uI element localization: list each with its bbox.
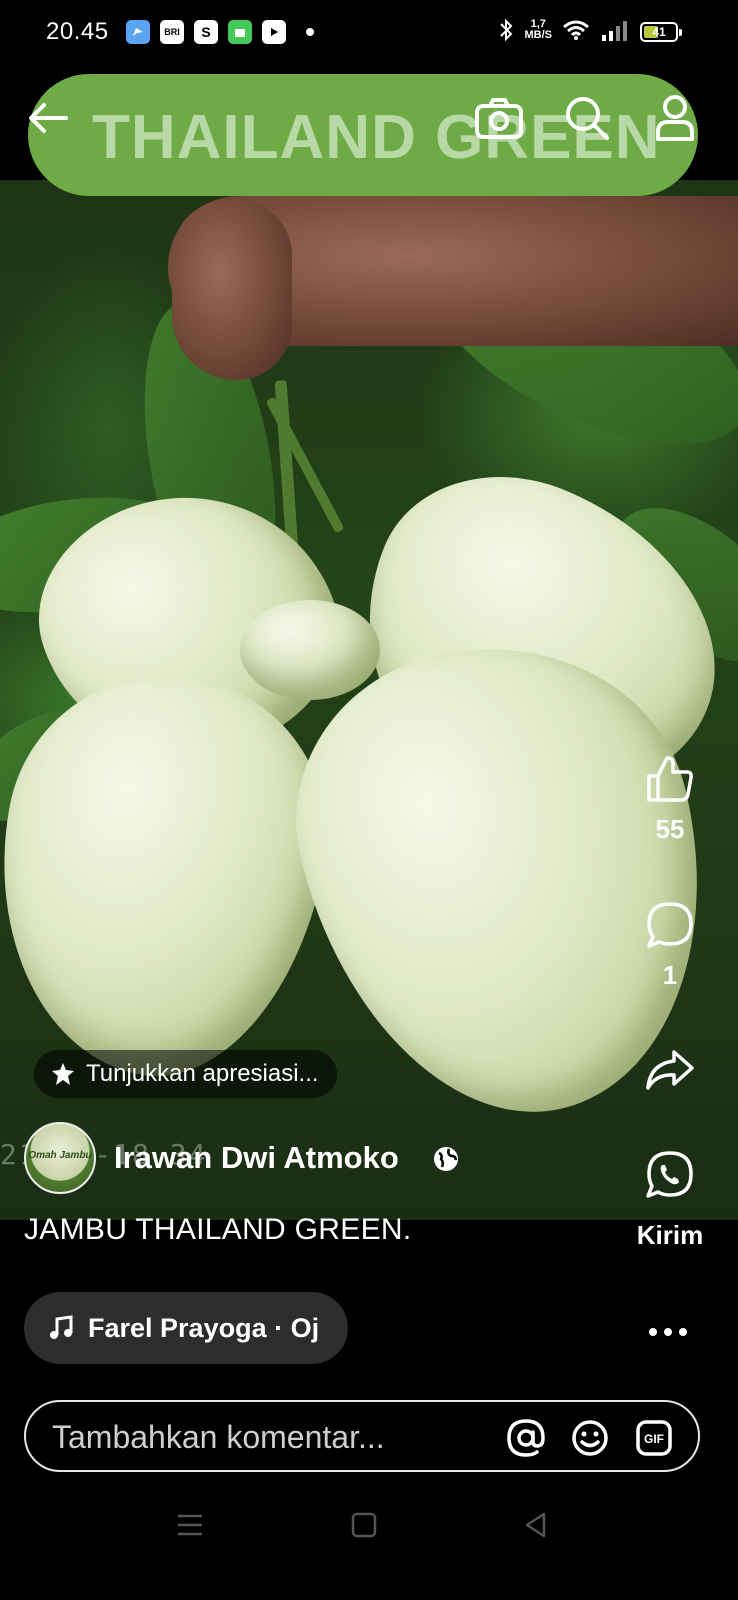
like-count: 55 xyxy=(655,814,685,844)
arrow-left-icon xyxy=(29,103,68,133)
comment-action[interactable]: 1 xyxy=(632,900,708,991)
shop-app-icon xyxy=(228,20,252,44)
menu-lines-icon xyxy=(178,1514,202,1536)
gif-button[interactable]: GIF xyxy=(632,1416,676,1460)
battery-level: 41 xyxy=(652,25,666,39)
music-label: Farel Prayoga · Oj xyxy=(88,1312,320,1343)
bluetooth-icon xyxy=(499,18,512,42)
fruit xyxy=(240,600,380,700)
status-right: 1,7 MB/S xyxy=(497,18,629,42)
avatar-text: Omah Jambu xyxy=(28,1149,92,1161)
status-app-icons: BRI S xyxy=(126,20,314,44)
bri-mo-app-icon: BRI xyxy=(160,20,184,44)
music-note-icon xyxy=(50,1315,73,1339)
status-time: 20.45 xyxy=(46,18,109,45)
signal-icon xyxy=(602,21,627,41)
share-action[interactable] xyxy=(632,1048,708,1092)
emoji-button[interactable] xyxy=(568,1416,612,1460)
camera-button[interactable] xyxy=(470,92,528,144)
battery-indicator: 41 xyxy=(640,22,682,42)
music-chip[interactable]: Farel Prayoga · Oj xyxy=(24,1292,348,1364)
youtube-app-icon xyxy=(262,20,286,44)
svg-text:GIF: GIF xyxy=(644,1432,664,1446)
nav-back-button[interactable] xyxy=(516,1506,556,1544)
appreciation-button[interactable]: Tunjukkan apresiasi... xyxy=(34,1050,337,1098)
author-name[interactable]: Irawan Dwi Atmoko xyxy=(114,1140,399,1176)
stem xyxy=(265,396,345,534)
comment-bar: GIF xyxy=(24,1400,700,1472)
thumbs-up-icon xyxy=(647,756,693,802)
comment-input[interactable] xyxy=(52,1418,472,1456)
whatsapp-icon xyxy=(646,1151,693,1198)
network-speed: 1,7 MB/S xyxy=(525,19,553,41)
triangle-back-icon xyxy=(525,1512,546,1538)
system-nav-bar xyxy=(0,1490,738,1600)
public-globe-icon xyxy=(432,1145,460,1178)
wifi-icon xyxy=(563,20,589,40)
send-action[interactable]: Kirim xyxy=(632,1150,708,1251)
smiley-icon xyxy=(572,1420,608,1456)
post-caption: JAMBU THAILAND GREEN. xyxy=(24,1213,412,1246)
more-options-button[interactable] xyxy=(648,1304,688,1346)
notification-dot xyxy=(306,28,314,36)
appreciation-label: Tunjukkan apresiasi... xyxy=(86,1060,319,1087)
search-button[interactable] xyxy=(560,92,614,144)
comment-count: 1 xyxy=(662,960,678,990)
sparkle-icon xyxy=(52,1063,74,1085)
comment-icon xyxy=(647,902,693,948)
author-avatar[interactable]: Omah Jambu xyxy=(24,1122,96,1194)
network-speed-unit: MB/S xyxy=(524,29,553,41)
back-button[interactable] xyxy=(22,94,74,142)
mention-button[interactable] xyxy=(504,1416,548,1460)
search-icon xyxy=(566,97,609,140)
gif-icon: GIF xyxy=(636,1420,672,1456)
profile-icon xyxy=(656,95,694,141)
shopee-app-icon: S xyxy=(194,20,218,44)
nav-menu-button[interactable] xyxy=(170,1508,210,1542)
share-arrow-icon xyxy=(646,1050,694,1090)
more-dots-icon xyxy=(649,1328,687,1336)
camera-icon xyxy=(475,98,523,139)
at-sign-icon xyxy=(507,1419,545,1457)
nav-home-button[interactable] xyxy=(344,1506,384,1544)
square-home-icon xyxy=(351,1512,377,1538)
messenger-app-icon xyxy=(126,20,150,44)
profile-button[interactable] xyxy=(650,92,700,144)
status-bar: 20.45 BRI S 1,7 MB/S 41 xyxy=(0,0,738,66)
send-label: Kirim xyxy=(636,1220,704,1250)
like-action[interactable]: 55 xyxy=(632,754,708,845)
finger xyxy=(172,200,292,380)
